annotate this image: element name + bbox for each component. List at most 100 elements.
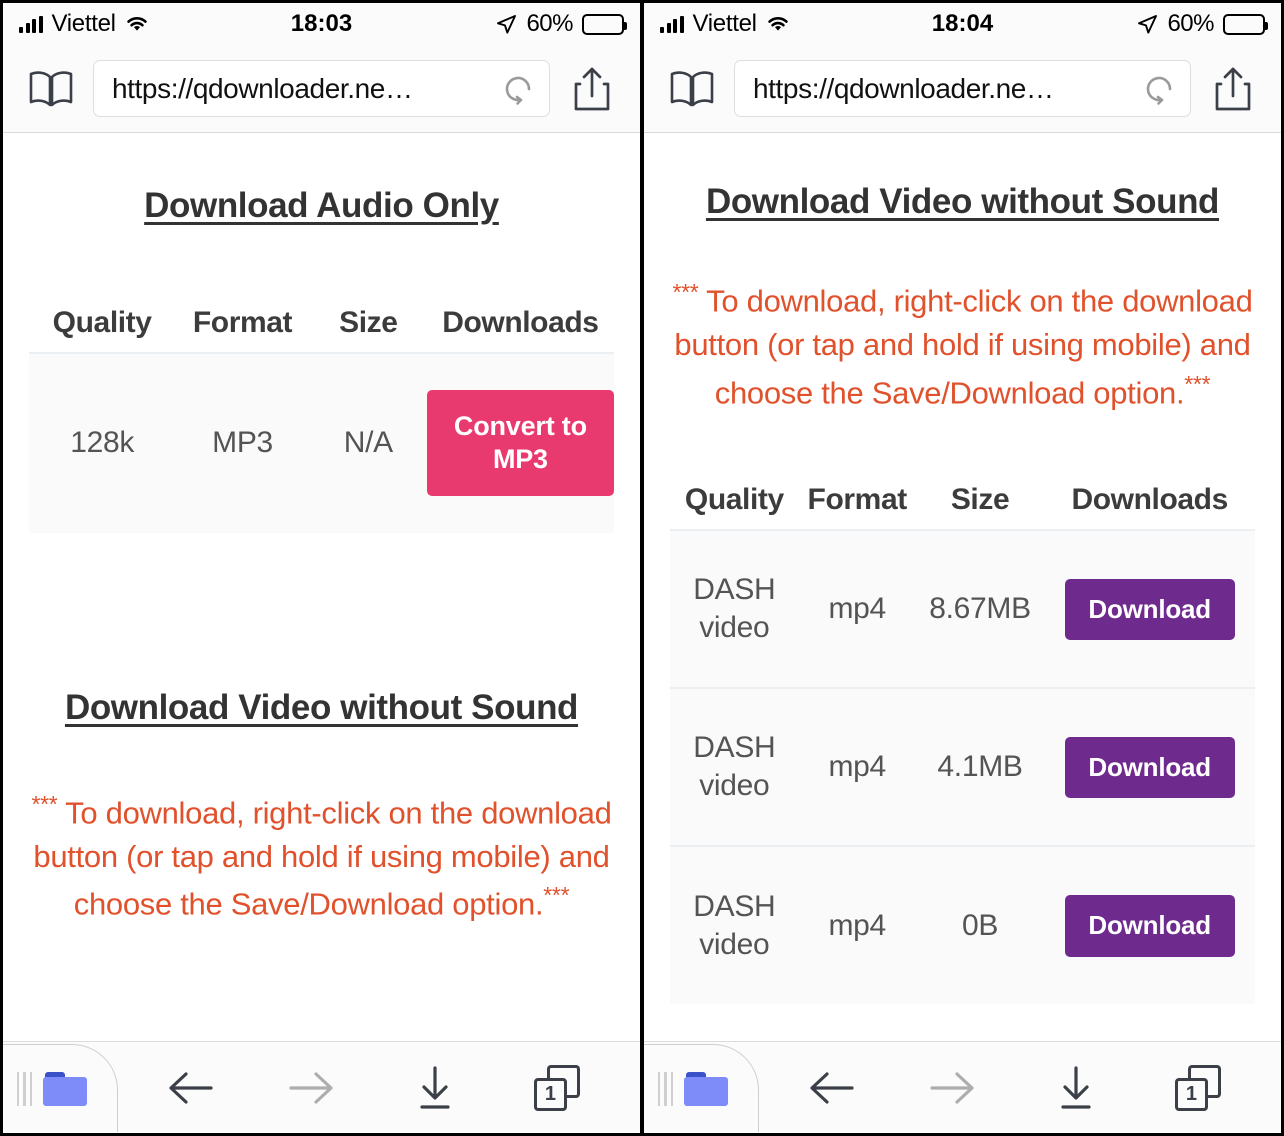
cell-action: Convert to MP3 — [426, 351, 614, 533]
location-arrow-icon — [496, 14, 517, 35]
cell-format: MP3 — [175, 351, 310, 533]
tab-count-label: 1 — [533, 1077, 567, 1111]
downloads-folder-tab[interactable] — [644, 1044, 759, 1132]
reload-icon[interactable] — [499, 70, 537, 108]
cell-quality: DASH video — [670, 529, 799, 689]
convert-to-mp3-button[interactable]: Convert to MP3 — [426, 390, 614, 497]
column-header-quality: Quality — [29, 293, 176, 353]
notice-stars-suffix: *** — [1184, 370, 1211, 397]
column-header-downloads: Downloads — [1044, 471, 1255, 531]
status-bar-right: 60% — [496, 10, 627, 38]
column-header-format: Format — [798, 471, 916, 531]
downloads-folder-tab[interactable] — [3, 1044, 118, 1132]
status-bar-left: Viettel — [660, 10, 790, 38]
download-button[interactable] — [1041, 1057, 1111, 1119]
cell-size: 8.67MB — [915, 529, 1045, 689]
book-icon[interactable] — [666, 63, 718, 115]
dual-screenshot-stage: Viettel 18:03 60% https://qdownloader.ne… — [0, 0, 1284, 1136]
browser-bottom-toolbar: 1 — [3, 1041, 640, 1133]
cell-size: 0B — [915, 845, 1045, 1005]
column-header-size: Size — [309, 293, 427, 353]
notice-stars-prefix: *** — [31, 790, 58, 817]
share-icon[interactable] — [566, 63, 618, 115]
cell-format: mp4 — [798, 687, 916, 847]
web-page-content: Download Video without Sound *** To down… — [644, 133, 1281, 1041]
status-bar: Viettel 18:03 60% — [3, 3, 640, 45]
cell-format: mp4 — [798, 845, 916, 1005]
video-download-table: Quality Format Size Downloads DASH video… — [670, 471, 1255, 1005]
video-section-title: Download Video without Sound — [64, 687, 579, 727]
status-bar-left: Viettel — [19, 10, 149, 38]
audio-download-table: Quality Format Size Downloads 128k MP3 N… — [29, 293, 614, 533]
status-bar-right: 60% — [1137, 10, 1268, 38]
battery-percent-label: 60% — [526, 10, 573, 37]
cellular-bars-icon — [660, 15, 684, 33]
phone-screenshot-right: Viettel 18:04 60% https://qdownloader.ne… — [642, 0, 1284, 1136]
download-instructions-notice: *** To download, right-click on the down… — [670, 276, 1255, 416]
cell-size: N/A — [309, 351, 427, 533]
cell-format: mp4 — [798, 529, 916, 689]
download-button[interactable]: Download — [1064, 895, 1235, 957]
phone-screenshot-left: Viettel 18:03 60% https://qdownloader.ne… — [0, 0, 642, 1136]
book-icon[interactable] — [25, 63, 77, 115]
tabs-stack-icon: 1 — [1174, 1064, 1221, 1111]
back-button[interactable] — [155, 1057, 225, 1119]
browser-url-bar: https://qdownloader.ne… — [644, 45, 1281, 133]
folder-icon[interactable] — [684, 1071, 729, 1106]
cell-size: 4.1MB — [915, 687, 1045, 847]
forward-button[interactable] — [277, 1057, 347, 1119]
tabs-button[interactable]: 1 — [522, 1057, 592, 1119]
notice-body: To download, right-click on the download… — [33, 794, 612, 922]
table-row: DASH video mp4 8.67MB Download — [670, 529, 1255, 689]
cell-quality: 128k — [29, 351, 176, 533]
column-header-quality: Quality — [670, 471, 799, 531]
drag-handle-icon[interactable] — [17, 1071, 33, 1106]
download-button[interactable]: Download — [1064, 578, 1235, 641]
carrier-label: Viettel — [692, 10, 757, 37]
tabs-button[interactable]: 1 — [1163, 1057, 1233, 1119]
cell-action: Download — [1044, 529, 1255, 689]
cellular-bars-icon — [19, 15, 43, 33]
location-arrow-icon — [1137, 14, 1158, 35]
battery-icon — [1223, 13, 1268, 35]
tab-count-label: 1 — [1174, 1077, 1208, 1111]
url-input[interactable]: https://qdownloader.ne… — [734, 60, 1191, 117]
browser-bottom-toolbar: 1 — [644, 1041, 1281, 1133]
tabs-stack-icon: 1 — [533, 1064, 580, 1111]
video-section-title: Download Video without Sound — [705, 182, 1220, 221]
download-button[interactable] — [400, 1057, 470, 1119]
url-input[interactable]: https://qdownloader.ne… — [93, 60, 550, 117]
web-page-content: Download Audio Only Quality Format Size … — [3, 133, 640, 1041]
download-instructions-notice: *** To download, right-click on the down… — [29, 788, 614, 928]
table-row: 128k MP3 N/A Convert to MP3 — [29, 351, 614, 533]
battery-percent-label: 60% — [1167, 10, 1214, 37]
browser-url-bar: https://qdownloader.ne… — [3, 45, 640, 133]
toolbar-actions: 1 — [129, 1057, 640, 1119]
battery-icon — [582, 13, 627, 35]
notice-stars-suffix: *** — [543, 882, 570, 909]
cell-quality: DASH video — [670, 687, 799, 847]
notice-stars-prefix: *** — [672, 278, 699, 305]
folder-icon[interactable] — [43, 1071, 88, 1106]
column-header-downloads: Downloads — [426, 293, 614, 353]
forward-button[interactable] — [918, 1057, 988, 1119]
url-text: https://qdownloader.ne… — [112, 72, 413, 104]
download-button[interactable]: Download — [1064, 736, 1235, 799]
table-row: DASH video mp4 4.1MB Download — [670, 687, 1255, 847]
notice-body: To download, right-click on the download… — [674, 283, 1253, 411]
cell-action: Download — [1044, 687, 1255, 847]
back-button[interactable] — [796, 1057, 866, 1119]
table-row: DASH video mp4 0B Download — [670, 845, 1255, 1005]
wifi-icon — [766, 15, 790, 33]
drag-handle-icon[interactable] — [658, 1071, 674, 1106]
share-icon[interactable] — [1207, 63, 1259, 115]
status-bar: Viettel 18:04 60% — [644, 3, 1281, 45]
column-header-format: Format — [175, 293, 310, 353]
reload-icon[interactable] — [1140, 70, 1178, 108]
cell-action: Download — [1044, 845, 1255, 1005]
cell-quality: DASH video — [670, 845, 799, 1005]
url-text: https://qdownloader.ne… — [753, 72, 1054, 104]
column-header-size: Size — [915, 471, 1045, 531]
table-header-row: Quality Format Size Downloads — [29, 293, 614, 353]
table-header-row: Quality Format Size Downloads — [670, 471, 1255, 531]
